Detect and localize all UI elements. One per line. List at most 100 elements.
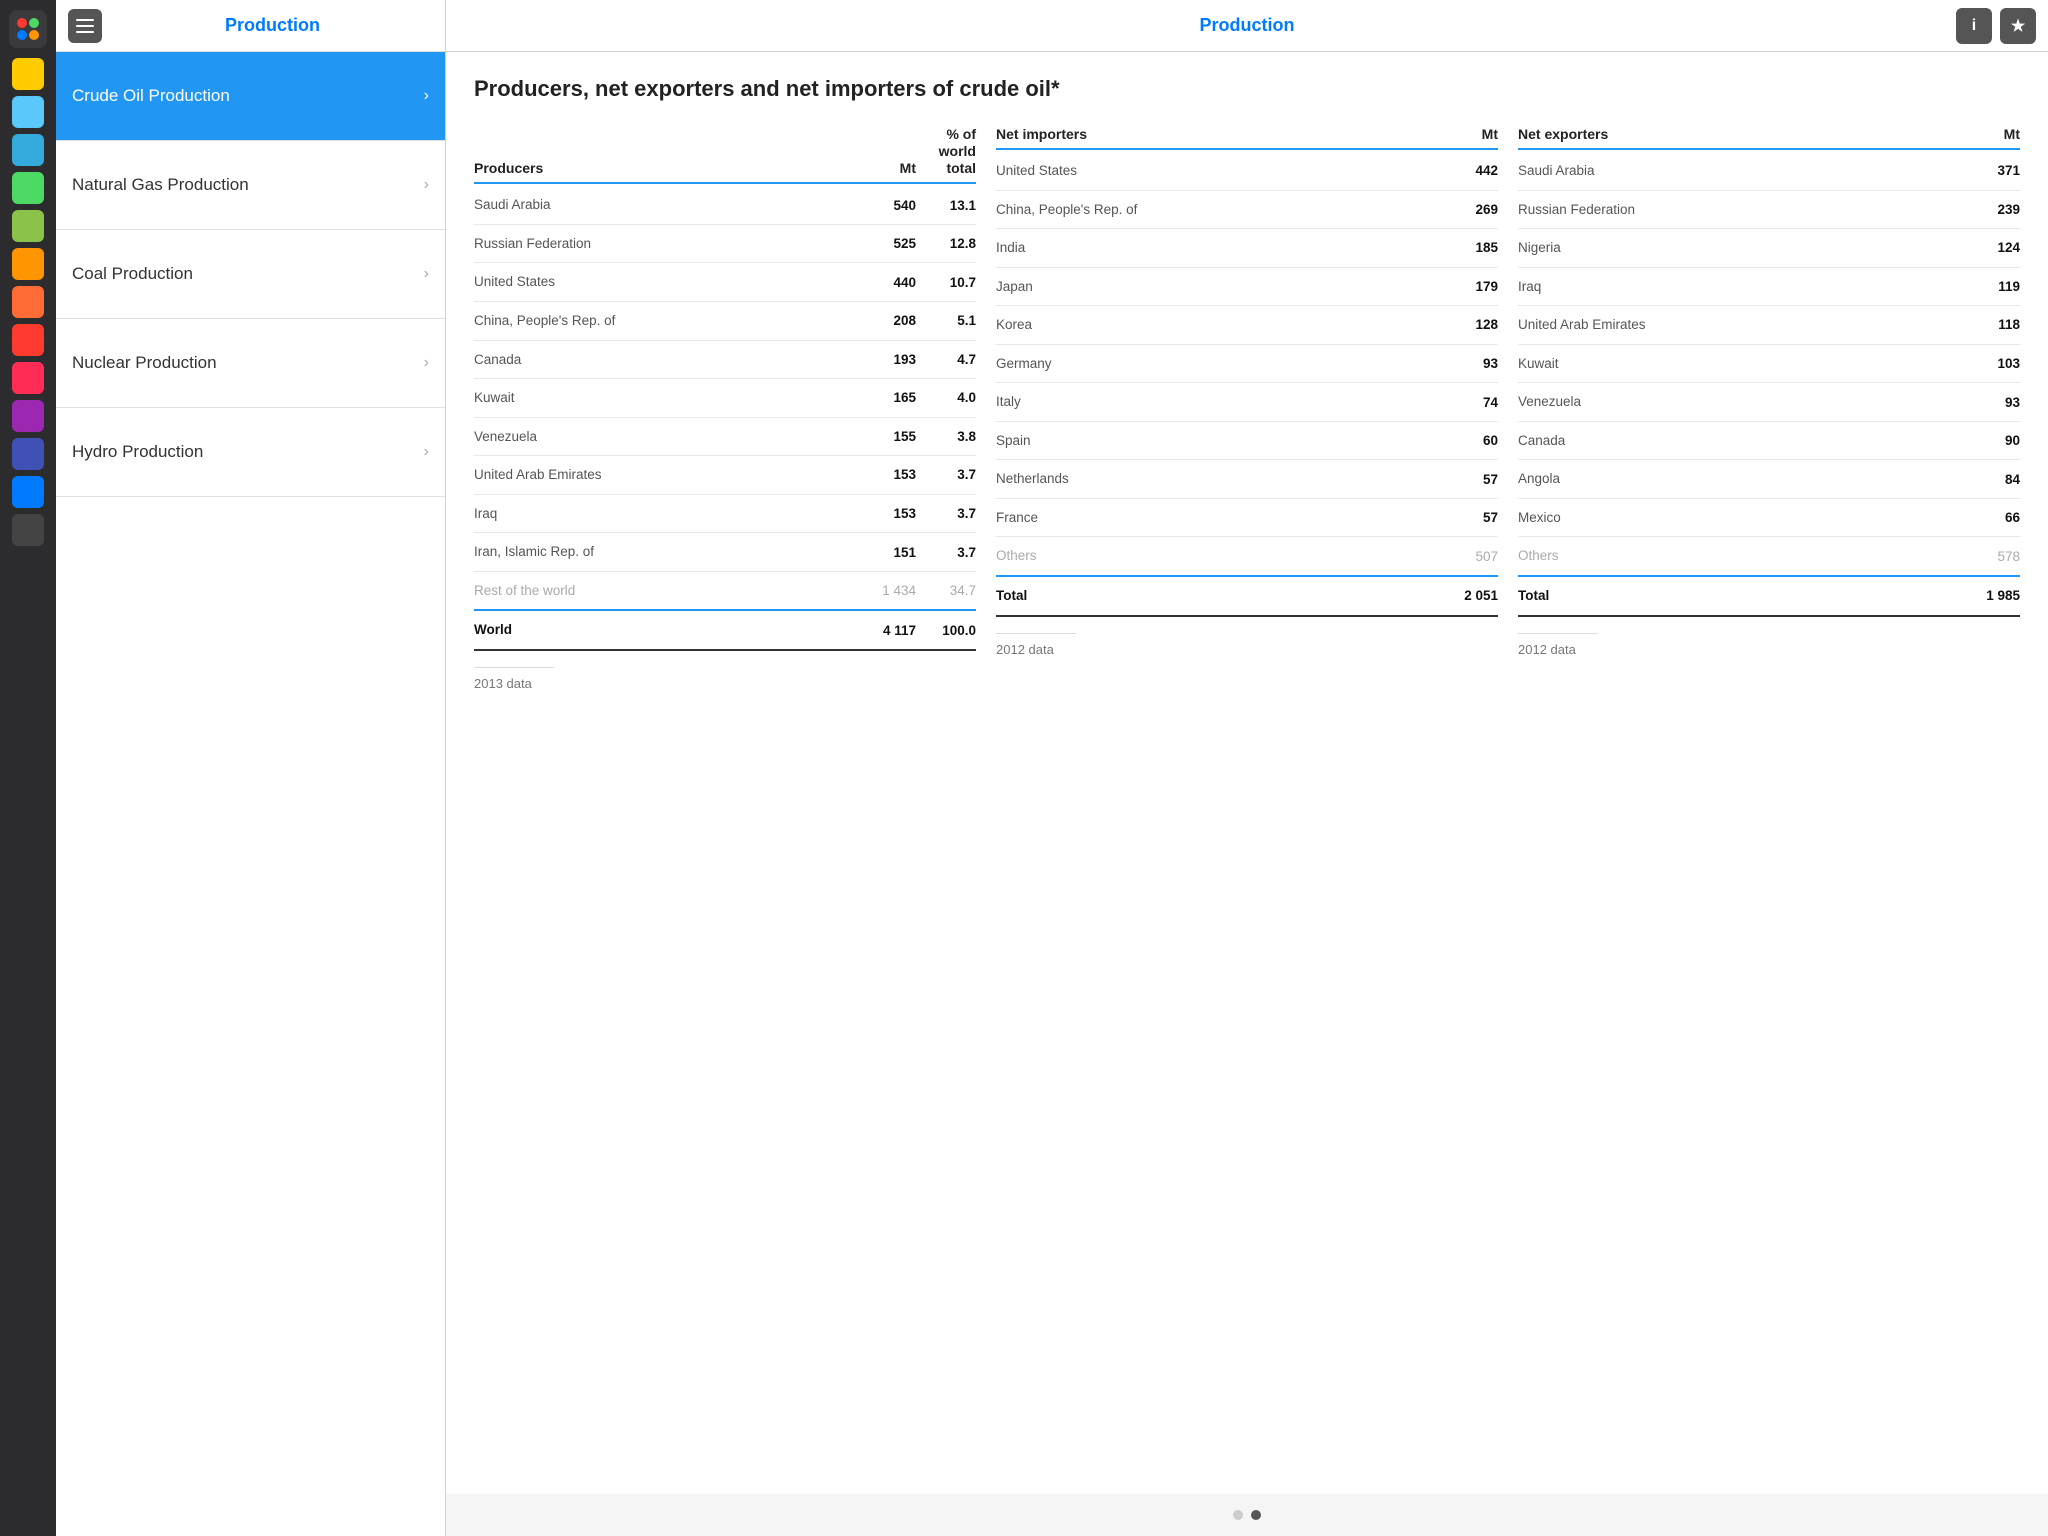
- chevron-right-icon: ›: [424, 176, 429, 194]
- color-dot-red[interactable]: [12, 324, 44, 356]
- cell-mt: 74: [1438, 395, 1498, 410]
- cell-mt: 90: [1960, 433, 2020, 448]
- net-importers-table: Net importers Mt United States 442 China…: [996, 126, 1498, 659]
- cell-pct: 12.8: [916, 236, 976, 251]
- cell-name: Venezuela: [474, 428, 856, 446]
- color-dot-orange[interactable]: [12, 248, 44, 280]
- cell-mt: 153: [856, 467, 916, 482]
- cell-name: France: [996, 509, 1438, 527]
- cell-pct: 13.1: [916, 198, 976, 213]
- cell-name: Korea: [996, 316, 1438, 334]
- table-row: Kuwait 165 4.0: [474, 379, 976, 418]
- cell-name: China, People's Rep. of: [474, 312, 856, 330]
- pagination-dot-1[interactable]: [1233, 1510, 1243, 1520]
- color-dot-purple[interactable]: [12, 400, 44, 432]
- color-dot-yellow[interactable]: [12, 58, 44, 90]
- icon-bar: [0, 0, 56, 1536]
- cell-mt: 103: [1960, 356, 2020, 371]
- page-title: Producers, net exporters and net importe…: [474, 76, 2020, 102]
- color-dot-green[interactable]: [12, 172, 44, 204]
- rest-pct: 34.7: [916, 583, 976, 598]
- exporters-col-name: Net exporters: [1518, 126, 1960, 142]
- table-row: Germany 93: [996, 345, 1498, 384]
- content-area: Producers, net exporters and net importe…: [446, 52, 2048, 1494]
- menu-button[interactable]: [68, 9, 102, 43]
- chevron-right-icon: ›: [424, 354, 429, 372]
- color-dot-pink[interactable]: [12, 362, 44, 394]
- cell-pct: 10.7: [916, 275, 976, 290]
- exporters-rows: Saudi Arabia 371 Russian Federation 239 …: [1518, 152, 2020, 537]
- rest-of-world-row: Rest of the world 1 434 34.7: [474, 572, 976, 612]
- sidebar-header: Production: [56, 0, 445, 52]
- color-dot-dark[interactable]: [12, 514, 44, 546]
- main-content: Production i ★ Producers, net exporters …: [446, 0, 2048, 1536]
- cell-name: Japan: [996, 278, 1438, 296]
- color-dot-lime[interactable]: [12, 210, 44, 242]
- cell-mt: 440: [856, 275, 916, 290]
- sidebar-item-coal[interactable]: Coal Production ›: [56, 230, 445, 319]
- table-row: Mexico 66: [1518, 499, 2020, 538]
- table-row: United States 442: [996, 152, 1498, 191]
- pagination-dot-2[interactable]: [1251, 1510, 1261, 1520]
- cell-name: Germany: [996, 355, 1438, 373]
- info-button[interactable]: i: [1956, 8, 1992, 44]
- table-row: Venezuela 155 3.8: [474, 418, 976, 457]
- cell-mt: 525: [856, 236, 916, 251]
- cell-pct: 3.7: [916, 506, 976, 521]
- cell-pct: 4.7: [916, 352, 976, 367]
- sidebar-item-hydro[interactable]: Hydro Production ›: [56, 408, 445, 497]
- color-dot-indigo[interactable]: [12, 438, 44, 470]
- color-dot-cobalt[interactable]: [12, 476, 44, 508]
- exporters-total-mt: 1 985: [1960, 588, 2020, 603]
- cell-mt: 193: [856, 352, 916, 367]
- cell-pct: 5.1: [916, 313, 976, 328]
- exporters-total-name: Total: [1518, 587, 1960, 605]
- header-icons: i ★: [1956, 8, 2036, 44]
- chevron-right-icon: ›: [424, 443, 429, 461]
- table-row: Saudi Arabia 540 13.1: [474, 186, 976, 225]
- table-row: Russian Federation 239: [1518, 191, 2020, 230]
- cell-mt: 66: [1960, 510, 2020, 525]
- cell-name: Saudi Arabia: [1518, 162, 1960, 180]
- table-row: Iran, Islamic Rep. of 151 3.7: [474, 533, 976, 572]
- rest-mt: 1 434: [856, 583, 916, 598]
- producers-rows: Saudi Arabia 540 13.1 Russian Federation…: [474, 186, 976, 571]
- importers-rows: United States 442 China, People's Rep. o…: [996, 152, 1498, 537]
- cell-mt: 93: [1438, 356, 1498, 371]
- importers-others-name: Others: [996, 547, 1438, 565]
- table-row: Kuwait 103: [1518, 345, 2020, 384]
- cell-name: United Arab Emirates: [1518, 316, 1960, 334]
- star-button[interactable]: ★: [2000, 8, 2036, 44]
- producers-total-name: World: [474, 621, 856, 639]
- cell-name: Iran, Islamic Rep. of: [474, 543, 856, 561]
- cell-mt: 119: [1960, 279, 2020, 294]
- color-dot-darkorange[interactable]: [12, 286, 44, 318]
- table-row: United Arab Emirates 153 3.7: [474, 456, 976, 495]
- producers-total-row: World 4 117 100.0: [474, 611, 976, 651]
- producers-total-pct: 100.0: [916, 623, 976, 638]
- table-row: Japan 179: [996, 268, 1498, 307]
- sidebar-item-nuclear[interactable]: Nuclear Production ›: [56, 319, 445, 408]
- producers-table: Producers Mt % ofworldtotal Saudi Arabia…: [474, 126, 976, 693]
- exporters-header: Net exporters Mt: [1518, 126, 2020, 150]
- color-dot-blue[interactable]: [12, 134, 44, 166]
- table-row: India 185: [996, 229, 1498, 268]
- producers-col-name: Producers: [474, 160, 856, 176]
- sidebar-item-natural-gas[interactable]: Natural Gas Production ›: [56, 141, 445, 230]
- table-row: Iraq 153 3.7: [474, 495, 976, 534]
- importers-total-mt: 2 051: [1438, 588, 1498, 603]
- cell-name: Canada: [1518, 432, 1960, 450]
- producers-col-pct: % ofworldtotal: [916, 126, 976, 176]
- app-icon[interactable]: [9, 10, 47, 48]
- table-row: Canada 90: [1518, 422, 2020, 461]
- sidebar-title: Production: [112, 15, 433, 36]
- table-row: France 57: [996, 499, 1498, 538]
- exporters-others-mt: 578: [1960, 549, 2020, 564]
- color-dot-lightblue[interactable]: [12, 96, 44, 128]
- table-row: Iraq 119: [1518, 268, 2020, 307]
- cell-name: Italy: [996, 393, 1438, 411]
- chevron-right-icon: ›: [424, 87, 429, 105]
- cell-mt: 84: [1960, 472, 2020, 487]
- cell-mt: 371: [1960, 163, 2020, 178]
- sidebar-item-crude-oil[interactable]: Crude Oil Production ›: [56, 52, 445, 141]
